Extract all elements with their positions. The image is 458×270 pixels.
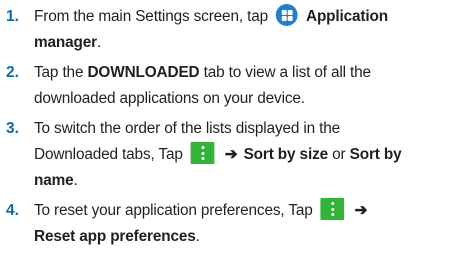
step-bold-text: Sort by size xyxy=(243,146,329,163)
step-line: Reset app preferences. xyxy=(34,224,454,250)
step-text: To reset your application preferences, T… xyxy=(34,202,313,219)
application-manager-icon xyxy=(276,4,298,26)
step-number: 1. xyxy=(6,8,19,25)
step-text: From the main Settings screen, tap xyxy=(34,8,268,25)
step-line: Downloaded tabs, Tap ➔ Sort by size or S… xyxy=(34,142,454,168)
step-line: To reset your application preferences, T… xyxy=(34,198,454,224)
step-text: . xyxy=(96,34,102,51)
instruction-page: 1. From the main Settings screen, tap Ap… xyxy=(0,0,458,270)
step-number: 2. xyxy=(6,64,19,81)
step-text: Tap the xyxy=(34,64,84,81)
step-bold-text: Sort by xyxy=(349,146,402,163)
step-bold-text: Application xyxy=(305,8,389,25)
step-text: . xyxy=(73,172,78,189)
step-line: name. xyxy=(34,168,454,194)
step-bold-text: manager xyxy=(34,34,97,51)
step-text: . xyxy=(195,228,200,245)
step-bold-text: name xyxy=(34,172,74,189)
step-line: Tap the DOWNLOADED tab to view a list of… xyxy=(34,60,454,86)
step-2: 2. Tap the DOWNLOADED tab to view a list… xyxy=(0,60,458,112)
step-bold-text: DOWNLOADED xyxy=(87,64,200,81)
step-line: downloaded applications on your device. xyxy=(34,90,305,107)
step-line: To switch the order of the lists display… xyxy=(34,120,341,137)
step-line: From the main Settings screen, tap Appli… xyxy=(34,4,454,30)
arrow-icon: ➔ xyxy=(224,146,238,163)
step-number: 3. xyxy=(6,120,19,137)
step-1: 1. From the main Settings screen, tap Ap… xyxy=(0,4,458,56)
step-text: tab to view a list of all the xyxy=(203,64,371,81)
step-3: 3. To switch the order of the lists disp… xyxy=(0,116,458,194)
step-bold-text: Reset app preferences xyxy=(34,228,196,245)
menu-icon xyxy=(320,198,345,220)
step-number: 4. xyxy=(6,202,19,219)
step-text: or xyxy=(332,146,346,163)
step-text: Downloaded tabs, Tap xyxy=(34,146,183,163)
steps-list: 1. From the main Settings screen, tap Ap… xyxy=(0,4,458,254)
step-4: 4. To reset your application preferences… xyxy=(0,198,458,250)
menu-icon xyxy=(190,142,215,164)
step-line: manager. xyxy=(34,30,454,56)
arrow-icon: ➔ xyxy=(354,202,368,219)
